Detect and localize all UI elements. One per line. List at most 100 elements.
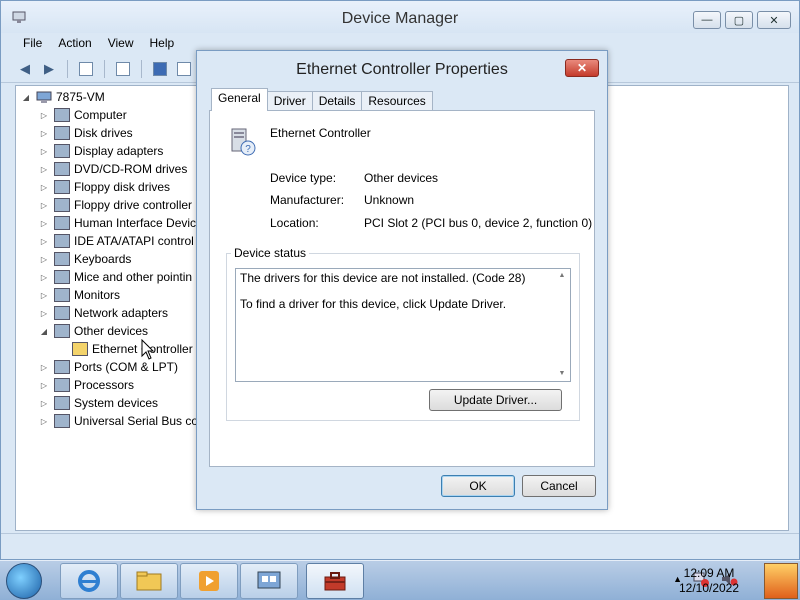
- dialog-tabs: General Driver Details Resources: [211, 88, 433, 111]
- processor-icon: [54, 378, 70, 392]
- tree-list: ▷ Computer ▷ Disk drives ▷ Display adapters ▷ D…: [16, 106, 198, 430]
- location-row: Location: PCI Slot 2 (PCI bus 0, device …: [270, 216, 592, 230]
- show-hide-tree-icon[interactable]: [76, 59, 96, 79]
- tree-item[interactable]: ▷ Disk drives: [16, 124, 198, 142]
- expand-icon[interactable]: ▷: [38, 381, 50, 390]
- tree-item[interactable]: ▷ Monitors: [16, 286, 198, 304]
- taskbar-media-player[interactable]: [180, 563, 238, 599]
- manufacturer-value: Unknown: [364, 193, 415, 207]
- tree-item[interactable]: ▷ System devices: [16, 394, 198, 412]
- tree-item-label: Computer: [74, 108, 127, 122]
- ok-button[interactable]: OK: [441, 475, 515, 497]
- tab-resources[interactable]: Resources: [361, 91, 433, 111]
- expand-icon[interactable]: ▷: [38, 201, 50, 210]
- minimize-button[interactable]: —: [693, 11, 721, 29]
- show-desktop-button[interactable]: [764, 563, 798, 599]
- expand-icon[interactable]: ▷: [38, 183, 50, 192]
- media-player-icon: [199, 571, 219, 591]
- update-driver-button[interactable]: Update Driver...: [429, 389, 562, 411]
- tree-item[interactable]: ▷ Human Interface Devic: [16, 214, 198, 232]
- tree-item-label: Monitors: [74, 288, 121, 302]
- menu-help[interactable]: Help: [144, 33, 181, 55]
- expand-icon[interactable]: ▷: [38, 399, 50, 408]
- collapse-icon[interactable]: ◢: [20, 93, 32, 102]
- dialog-close-button[interactable]: ✕: [565, 59, 599, 77]
- control-panel-icon: [257, 571, 281, 589]
- scroll-down-icon[interactable]: ▼: [554, 367, 570, 381]
- tree-root[interactable]: ◢ 7875-VM: [20, 88, 105, 106]
- expand-icon[interactable]: ▷: [38, 165, 50, 174]
- device-name: Ethernet Controller: [270, 126, 371, 140]
- tree-item[interactable]: ▷ Keyboards: [16, 250, 198, 268]
- tab-details[interactable]: Details: [311, 91, 363, 111]
- close-button[interactable]: ✕: [757, 11, 791, 29]
- tree-item[interactable]: ▷ Network adapters: [16, 304, 198, 322]
- expand-icon[interactable]: ▷: [38, 129, 50, 138]
- taskbar-explorer[interactable]: [120, 563, 178, 599]
- back-arrow-icon[interactable]: ◀: [15, 59, 35, 79]
- menu-file[interactable]: File: [17, 33, 48, 55]
- tree-item[interactable]: ▷ Computer: [16, 106, 198, 124]
- tree-item[interactable]: ▷ Processors: [16, 376, 198, 394]
- toolbox-icon: [324, 572, 346, 591]
- unknown-device-icon: [54, 324, 70, 338]
- warning-device-icon: [72, 342, 88, 356]
- expand-icon[interactable]: ▷: [38, 291, 50, 300]
- tree-item[interactable]: ◢ Other devices: [16, 322, 198, 340]
- device-type-value: Other devices: [364, 171, 439, 185]
- device-status-title: Device status: [231, 246, 310, 260]
- expand-icon[interactable]: ▷: [38, 219, 50, 228]
- title-bar[interactable]: Device Manager — ▢ ✕: [1, 1, 799, 33]
- properties-icon[interactable]: [113, 59, 133, 79]
- clock[interactable]: 12:09 AM 12/10/2022: [676, 566, 742, 596]
- expand-icon[interactable]: ▷: [38, 237, 50, 246]
- expand-icon[interactable]: ▷: [38, 273, 50, 282]
- forward-arrow-icon[interactable]: ▶: [39, 59, 59, 79]
- expand-icon[interactable]: ▷: [38, 255, 50, 264]
- status-line-1: The drivers for this device are not inst…: [240, 271, 526, 285]
- tree-item[interactable]: ▷ Universal Serial Bus co: [16, 412, 198, 430]
- tab-driver[interactable]: Driver: [266, 91, 313, 111]
- device-status-textbox[interactable]: The drivers for this device are not inst…: [235, 268, 571, 382]
- taskbar-device-manager[interactable]: [306, 563, 364, 599]
- tree-item-label: Human Interface Devic: [74, 216, 197, 230]
- tree-item-label: System devices: [74, 396, 159, 410]
- expand-icon[interactable]: ▷: [38, 417, 50, 426]
- expand-icon[interactable]: ▷: [38, 111, 50, 120]
- tree-item[interactable]: ▷ Floppy disk drives: [16, 178, 198, 196]
- computer-icon: [36, 91, 52, 103]
- expand-icon[interactable]: ▷: [38, 147, 50, 156]
- tree-item[interactable]: ▷ Ports (COM & LPT): [16, 358, 198, 376]
- expand-icon[interactable]: ▷: [38, 309, 50, 318]
- taskbar-control-panel[interactable]: [240, 563, 298, 599]
- internet-explorer-icon: [78, 570, 100, 592]
- status-scrollbar[interactable]: ▲ ▼: [554, 269, 570, 381]
- scan-hardware-icon[interactable]: [174, 59, 194, 79]
- help-icon[interactable]: [150, 59, 170, 79]
- tab-general[interactable]: General: [211, 88, 268, 111]
- disk-drive-icon: [54, 126, 70, 140]
- tree-item-label: Universal Serial Bus co: [74, 414, 199, 428]
- general-tab-panel: ? Ethernet Controller Device type: Other…: [209, 110, 595, 467]
- tree-item-label: Display adapters: [74, 144, 164, 158]
- tree-item[interactable]: ▷ Floppy drive controller: [16, 196, 198, 214]
- tree-item[interactable]: Ethernet Controller: [16, 340, 198, 358]
- tree-item[interactable]: ▷ IDE ATA/ATAPI control: [16, 232, 198, 250]
- menu-view[interactable]: View: [102, 33, 140, 55]
- taskbar-internet-explorer[interactable]: [60, 563, 118, 599]
- mouse-icon: [54, 270, 70, 284]
- scroll-up-icon[interactable]: ▲: [554, 269, 570, 283]
- tree-item[interactable]: ▷ Display adapters: [16, 142, 198, 160]
- tree-item[interactable]: ▷ DVD/CD-ROM drives: [16, 160, 198, 178]
- menu-action[interactable]: Action: [52, 33, 97, 55]
- manufacturer-label: Manufacturer:: [270, 193, 345, 207]
- display-adapter-icon: [54, 144, 70, 158]
- expand-icon[interactable]: ▷: [38, 363, 50, 372]
- start-button[interactable]: [6, 563, 42, 599]
- expand-icon[interactable]: ◢: [38, 327, 50, 336]
- floppy-disk-icon: [54, 180, 70, 194]
- maximize-button[interactable]: ▢: [725, 11, 753, 29]
- tree-item[interactable]: ▷ Mice and other pointin: [16, 268, 198, 286]
- cancel-button[interactable]: Cancel: [522, 475, 596, 497]
- toolbar-separator: [104, 59, 105, 78]
